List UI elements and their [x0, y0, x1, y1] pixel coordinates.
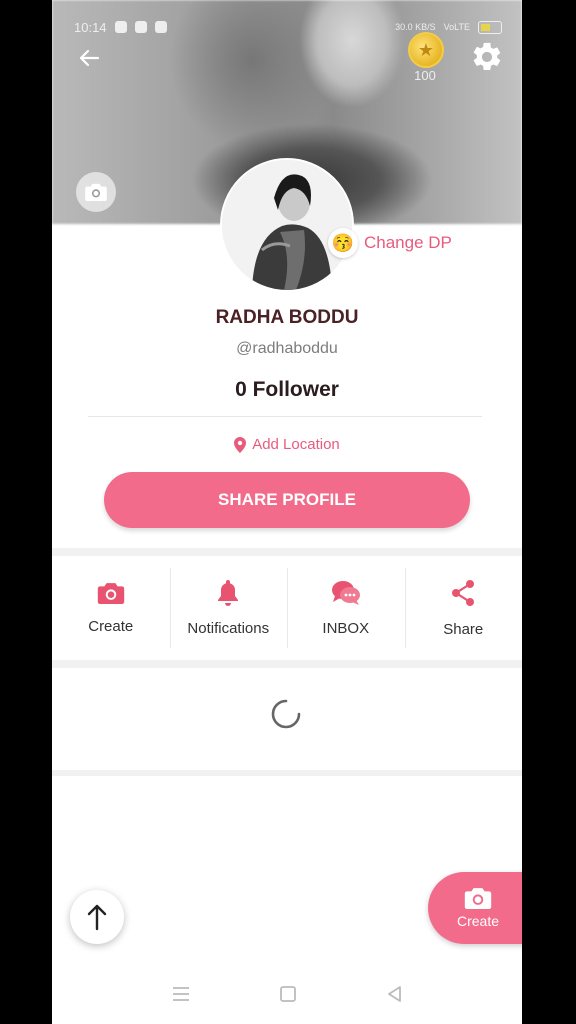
profile-screen: 10:14 30.0 KB/S VoLTE ★ 100 😚 Change DP … [52, 0, 522, 1024]
action-notifications[interactable]: Notifications [169, 556, 288, 660]
arrow-up-icon [87, 904, 107, 931]
action-label: Create [88, 617, 134, 635]
battery-icon [478, 20, 502, 34]
menu-icon[interactable] [172, 987, 190, 1001]
status-time: 10:14 [74, 19, 107, 35]
follower-count[interactable]: 0 Follower [52, 378, 522, 402]
settings-button[interactable] [470, 40, 504, 74]
system-nav-bar [52, 964, 522, 1024]
share-profile-button[interactable]: SHARE PROFILE [104, 472, 470, 528]
avatar-photo [222, 160, 352, 290]
action-create[interactable]: Create [52, 556, 170, 660]
section-separator [52, 660, 522, 668]
back-button[interactable] [76, 44, 104, 72]
bell-icon [218, 579, 239, 606]
notification-icon [154, 21, 167, 33]
share-icon [452, 579, 475, 606]
action-bar: Create Notifications INBOX Share [52, 556, 522, 660]
net-speed: 30.0 KB/S [395, 22, 436, 32]
profile-avatar[interactable] [220, 158, 354, 292]
action-share[interactable]: Share [404, 556, 523, 660]
change-dp-button[interactable]: 😚 Change DP [328, 228, 452, 258]
coin-count: 100 [414, 68, 436, 83]
change-dp-label: Change DP [364, 233, 452, 252]
divider [88, 416, 482, 417]
create-fab-button[interactable]: Create [428, 872, 522, 944]
action-label: Share [443, 620, 484, 638]
notification-icon [114, 21, 127, 33]
section-separator [52, 770, 522, 776]
action-label: INBOX [322, 619, 370, 637]
action-label: Notifications [187, 619, 270, 637]
back-arrow-icon [79, 49, 100, 67]
carrier-label: VoLTE [443, 22, 470, 32]
create-fab-label: Create [456, 913, 500, 929]
gear-icon [473, 42, 501, 71]
camera-icon [97, 582, 124, 604]
scroll-to-top-button[interactable] [70, 890, 124, 944]
loading-spinner-icon [271, 699, 301, 729]
location-pin-icon [234, 436, 247, 453]
kiss-emoji-icon: 😚 [328, 228, 358, 258]
add-location-label: Add Location [252, 436, 340, 453]
action-inbox[interactable]: INBOX [287, 556, 405, 660]
home-square-icon[interactable] [280, 986, 296, 1002]
chat-bubbles-icon [331, 580, 360, 605]
back-triangle-icon[interactable] [386, 985, 402, 1003]
camera-icon [85, 183, 107, 201]
add-location-link[interactable]: Add Location [52, 436, 522, 453]
camera-icon [464, 888, 492, 909]
section-separator [52, 548, 522, 556]
change-cover-button[interactable] [76, 172, 116, 212]
status-bar: 10:14 30.0 KB/S VoLTE [74, 16, 502, 38]
notification-icon [134, 21, 147, 33]
profile-name: RADHA BODDU [215, 307, 359, 328]
profile-handle: @radhaboddu [236, 340, 338, 357]
coin-icon[interactable]: ★ [408, 32, 444, 68]
